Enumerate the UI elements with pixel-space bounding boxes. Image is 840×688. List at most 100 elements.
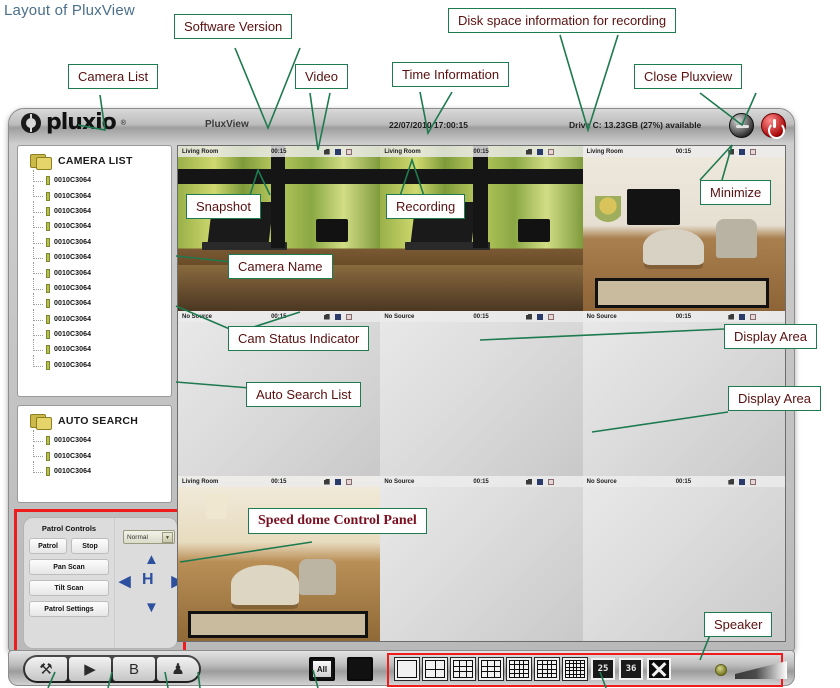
speaker-icon[interactable] bbox=[537, 149, 543, 155]
camera-list-item[interactable]: 0010C3064 bbox=[32, 358, 171, 373]
pan-up-arrow-icon[interactable]: ▲ bbox=[144, 552, 159, 567]
video-cell[interactable]: Living Room 00:15 bbox=[178, 476, 380, 641]
record-icon[interactable] bbox=[750, 479, 756, 485]
video-cell[interactable]: Living Room 00:15 bbox=[583, 146, 785, 311]
snapshot-icon[interactable] bbox=[324, 149, 330, 155]
camera-timer-label: 00:15 bbox=[473, 149, 526, 155]
video-cell[interactable]: No Source 00:15 bbox=[380, 311, 582, 476]
patrol-controls-group: Patrol Controls Patrol Stop Pan Scan Til… bbox=[24, 518, 114, 648]
snapshot-icon[interactable] bbox=[526, 314, 532, 320]
users-button[interactable]: ♟ bbox=[157, 657, 199, 681]
camera-list-item[interactable]: 0010C3064 bbox=[32, 235, 171, 250]
home-position-button[interactable]: H bbox=[142, 572, 154, 588]
camera-list-item[interactable]: 0010C3064 bbox=[32, 219, 171, 234]
record-icon[interactable] bbox=[750, 314, 756, 320]
minimize-button[interactable] bbox=[729, 113, 754, 138]
snapshot-icon[interactable] bbox=[728, 314, 734, 320]
pan-scan-row: Pan Scan bbox=[29, 559, 109, 575]
layout-4-button[interactable] bbox=[423, 658, 447, 680]
sidebar: CAMERA LIST 0010C3064 0010C3064 0010C3064 0… bbox=[17, 145, 172, 650]
snapshot-icon[interactable] bbox=[526, 149, 532, 155]
snapshot-archive-button[interactable]: ὚B bbox=[113, 657, 155, 681]
record-icon[interactable] bbox=[346, 149, 352, 155]
snapshot-icon[interactable] bbox=[526, 479, 532, 485]
camera-list-item[interactable]: 0010C3064 bbox=[32, 327, 171, 342]
record-icon[interactable] bbox=[548, 479, 554, 485]
video-cell[interactable]: Living Room 00:15 bbox=[380, 146, 582, 311]
layout-17-button[interactable] bbox=[563, 658, 587, 680]
layout-1-button[interactable] bbox=[395, 658, 419, 680]
camera-list-item[interactable]: 0010C3064 bbox=[32, 265, 171, 280]
layout-preview-cell bbox=[482, 667, 487, 672]
snapshot-icon[interactable] bbox=[728, 149, 734, 155]
layout-buttons: 25 36 bbox=[395, 658, 671, 680]
camera-list-item[interactable]: 0010C3064 bbox=[32, 204, 171, 219]
speaker-icon[interactable] bbox=[335, 149, 341, 155]
speaker-icon[interactable] bbox=[739, 314, 745, 320]
record-icon[interactable] bbox=[548, 149, 554, 155]
patrol-button[interactable]: Patrol bbox=[29, 538, 67, 554]
patrol-settings-button[interactable]: Patrol Settings bbox=[29, 601, 109, 617]
playback-icon: ▶ bbox=[84, 662, 96, 677]
snapshot-icon[interactable] bbox=[728, 479, 734, 485]
pan-left-arrow-icon[interactable]: ◀ bbox=[119, 574, 131, 589]
video-cell[interactable]: No Source 00:15 bbox=[380, 476, 582, 641]
layout-preview-cell bbox=[566, 675, 569, 677]
camera-list-item[interactable]: 0010C3064 bbox=[32, 281, 171, 296]
speaker-icon[interactable] bbox=[739, 479, 745, 485]
camera-list-item[interactable]: 0010C3064 bbox=[32, 250, 171, 265]
playback-button[interactable]: ▶ bbox=[69, 657, 111, 681]
speed-select-value: Normal bbox=[127, 534, 148, 541]
speaker-icon[interactable] bbox=[715, 664, 727, 676]
record-icon[interactable] bbox=[346, 479, 352, 485]
cam-status-indicator-icon bbox=[46, 269, 50, 278]
speaker-icon[interactable] bbox=[335, 479, 341, 485]
layout-6-button[interactable] bbox=[451, 658, 475, 680]
snapshot-icon[interactable] bbox=[324, 314, 330, 320]
speed-select[interactable]: Normal ▼ bbox=[123, 530, 175, 544]
pan-down-arrow-icon[interactable]: ▼ bbox=[144, 600, 159, 615]
camera-timer-label: 00:15 bbox=[271, 314, 324, 320]
layout-16-button[interactable] bbox=[535, 658, 559, 680]
speaker-icon[interactable] bbox=[537, 314, 543, 320]
tilt-scan-button[interactable]: Tilt Scan bbox=[29, 580, 109, 596]
record-icon[interactable] bbox=[750, 149, 756, 155]
record-icon[interactable] bbox=[548, 314, 554, 320]
chevron-down-icon[interactable]: ▼ bbox=[162, 532, 173, 543]
layout-preview-cell bbox=[543, 661, 547, 664]
pluxview-window: pluxio ® PluxView 22/07/2010 17:00:15 Dr… bbox=[8, 108, 795, 653]
video-cell[interactable]: Living Room 00:15 bbox=[178, 146, 380, 311]
camera-list-item[interactable]: 0010C3064 bbox=[32, 173, 171, 188]
fullscreen-button[interactable] bbox=[647, 658, 671, 680]
camera-list-item[interactable]: 0010C3064 bbox=[32, 312, 171, 327]
camera-id-label: 0010C3064 bbox=[54, 453, 91, 460]
cam-status-indicator-icon bbox=[46, 222, 50, 231]
camera-list-title: CAMERA LIST bbox=[58, 155, 133, 167]
speaker-icon[interactable] bbox=[537, 479, 543, 485]
record-icon[interactable] bbox=[346, 314, 352, 320]
auto-search-item[interactable]: 0010C3064 bbox=[32, 464, 171, 479]
layout-13-button[interactable] bbox=[507, 658, 531, 680]
camera-list-item[interactable]: 0010C3064 bbox=[32, 296, 171, 311]
auto-search-item[interactable]: 0010C3064 bbox=[32, 448, 171, 463]
all-cameras-button[interactable]: All bbox=[309, 657, 335, 681]
close-button[interactable] bbox=[761, 113, 786, 138]
camera-id-label: 0010C3064 bbox=[54, 193, 91, 200]
video-feed-living-room bbox=[178, 476, 380, 641]
speaker-icon[interactable] bbox=[335, 314, 341, 320]
settings-button[interactable]: ⚒ bbox=[25, 657, 67, 681]
layout-preview-cell bbox=[436, 670, 445, 678]
pluxio-logo-text: pluxio bbox=[46, 113, 116, 133]
pan-scan-button[interactable]: Pan Scan bbox=[29, 559, 109, 575]
single-view-button[interactable] bbox=[347, 657, 373, 681]
layout-36-button[interactable]: 36 bbox=[619, 658, 643, 680]
speaker-icon[interactable] bbox=[739, 149, 745, 155]
patrol-stop-row: Patrol Stop bbox=[29, 538, 109, 554]
stop-button[interactable]: Stop bbox=[71, 538, 109, 554]
auto-search-item[interactable]: 0010C3064 bbox=[32, 433, 171, 448]
camera-list-item[interactable]: 0010C3064 bbox=[32, 188, 171, 203]
layout-9-button[interactable] bbox=[479, 658, 503, 680]
snapshot-icon[interactable] bbox=[324, 479, 330, 485]
camera-list-item[interactable]: 0010C3064 bbox=[32, 342, 171, 357]
layout-25-button[interactable]: 25 bbox=[591, 658, 615, 680]
